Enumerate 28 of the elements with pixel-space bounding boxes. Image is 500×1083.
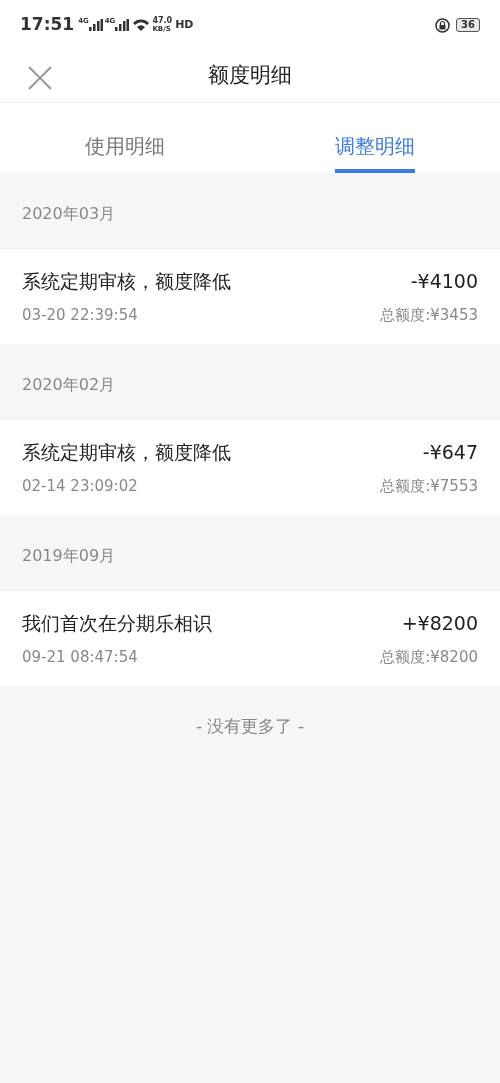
amount: -¥4100 — [410, 269, 478, 294]
no-more-text: - 没有更多了 - — [195, 715, 305, 738]
page-title: 额度明细 — [208, 62, 292, 90]
record-description: 系统定期审核，额度降低 — [22, 269, 231, 294]
network-speed: 47.0 — [152, 17, 173, 25]
month-header: 2020年02月 — [22, 373, 116, 396]
hd-label: HD — [175, 16, 194, 33]
tab[interactable]: 调整明细 — [335, 103, 415, 173]
record-time: 09-21 08:47:54 — [22, 646, 138, 668]
tab[interactable]: 使用明细 — [85, 103, 165, 173]
month-header: 2019年09月 — [22, 544, 116, 567]
signal-icon — [115, 19, 130, 31]
signal-icon — [88, 19, 103, 31]
month-header: 2020年03月 — [22, 202, 116, 225]
status-time: 17:51 — [20, 13, 75, 37]
total-limit: 总额度:¥7553 — [380, 475, 478, 497]
record-time: 02-14 23:09:02 — [22, 475, 138, 497]
record-time: 03-20 22:39:54 — [22, 304, 138, 326]
total-limit: 总额度:¥3453 — [380, 304, 478, 326]
amount: +¥8200 — [401, 611, 478, 636]
total-limit: 总额度:¥8200 — [380, 646, 478, 668]
close-icon[interactable] — [28, 66, 52, 90]
rotation-lock-icon — [435, 17, 451, 33]
record-description: 系统定期审核，额度降低 — [22, 440, 231, 465]
amount: -¥647 — [422, 440, 478, 465]
battery-icon: 36 — [456, 18, 480, 32]
record-description: 我们首次在分期乐相识 — [22, 611, 212, 636]
wifi-icon — [133, 18, 150, 32]
